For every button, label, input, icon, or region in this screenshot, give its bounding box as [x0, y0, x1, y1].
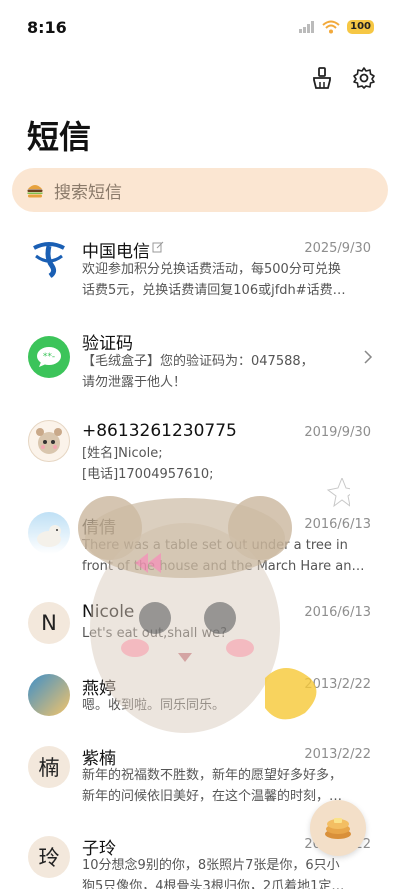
preview-line-2: front of the house and the March Hare an… [82, 559, 365, 574]
settings-button[interactable] [350, 64, 378, 92]
preview-line-2: [电话]17004957610; [82, 467, 214, 482]
burger-icon [27, 185, 43, 198]
preview-line-1: There was a table set out under a tree i… [82, 538, 348, 553]
floating-action-button[interactable] [310, 800, 366, 856]
sender-name: Nicole [82, 602, 135, 622]
svg-text:**-: **- [43, 352, 55, 362]
avatar [28, 674, 70, 716]
avatar: N [28, 602, 70, 644]
page-title: 短信 [27, 118, 92, 156]
preview-line-1: 【毛绒盒子】您的验证码为：047588， [82, 354, 314, 369]
chat-bubble-icon: **- [37, 347, 61, 367]
message-date: 2019/9/30 [304, 425, 371, 440]
search-bar[interactable]: 搜索短信 [12, 168, 388, 212]
polar-bear-avatar-icon [37, 525, 61, 547]
preview-line-1: 10分想念9别的你，8张照片7张是你，6只小 [82, 858, 340, 873]
message-date: 2013/2/22 [304, 677, 371, 692]
message-date: 2013/2/22 [304, 747, 371, 762]
status-icons: 100 [299, 20, 374, 34]
preview-line-1: 嗯。收到啦。同乐同乐。 [82, 698, 226, 713]
preview-line-2: 话费5元，兑换话费请回复106或jfdh#话费… [82, 283, 346, 298]
avatar: 玲 [28, 836, 70, 878]
brush-icon [313, 67, 331, 89]
clean-brush-button[interactable] [308, 64, 336, 92]
chevron-right-icon[interactable] [363, 350, 373, 364]
edit-note-icon [152, 241, 164, 253]
list-item[interactable]: 燕婷 2013/2/22 嗯。收到啦。同乐同乐。 [0, 672, 400, 752]
list-item[interactable]: 倩倩 2016/6/13 There was a table set out u… [0, 508, 400, 588]
battery-indicator: 100 [347, 20, 374, 34]
preview-line-1: Let's eat out,shall we? [82, 626, 228, 641]
cat-avatar-icon [36, 428, 62, 454]
message-date: 2025/9/30 [304, 241, 371, 256]
preview-line-2: 狗5只像你，4根骨头3根归你，2爪着地1定… [82, 879, 345, 889]
preview-line-2: 请勿泄露于他人！ [82, 375, 187, 390]
gear-icon [353, 67, 375, 89]
message-date: 2016/6/13 [304, 517, 371, 532]
avatar [28, 420, 70, 462]
status-bar: 8:16 100 [0, 0, 400, 52]
wifi-icon [322, 20, 340, 34]
pancake-icon [325, 818, 351, 839]
china-telecom-logo-icon [33, 242, 65, 278]
signal-icon [299, 21, 315, 33]
list-item[interactable]: N Nicole 2016/6/13 Let's eat out,shall w… [0, 600, 400, 680]
list-item[interactable]: 中国电信 2025/9/30 欢迎参加积分兑换话费活动，每500分可兑换 话费5… [0, 232, 400, 312]
preview-line-1: 新年的祝福数不胜数，新年的愿望好多好多， [82, 768, 343, 783]
sender-name: +8613261230775 [82, 421, 237, 441]
preview-line-1: 欢迎参加积分兑换话费活动，每500分可兑换 [82, 262, 341, 277]
status-time: 8:16 [27, 18, 67, 37]
search-input[interactable]: 搜索短信 [54, 178, 122, 203]
avatar: 楠 [28, 746, 70, 788]
avatar [28, 236, 70, 278]
message-date: 2016/6/13 [304, 605, 371, 620]
avatar [28, 512, 70, 554]
toolbar [308, 64, 378, 92]
preview-line-1: [姓名]Nicole; [82, 446, 163, 461]
avatar: **- [28, 336, 70, 378]
list-item[interactable]: +8613261230775 2019/9/30 [姓名]Nicole; [电话… [0, 416, 400, 496]
list-item[interactable]: **- 验证码 【毛绒盒子】您的验证码为：047588， 请勿泄露于他人！ [0, 324, 400, 404]
